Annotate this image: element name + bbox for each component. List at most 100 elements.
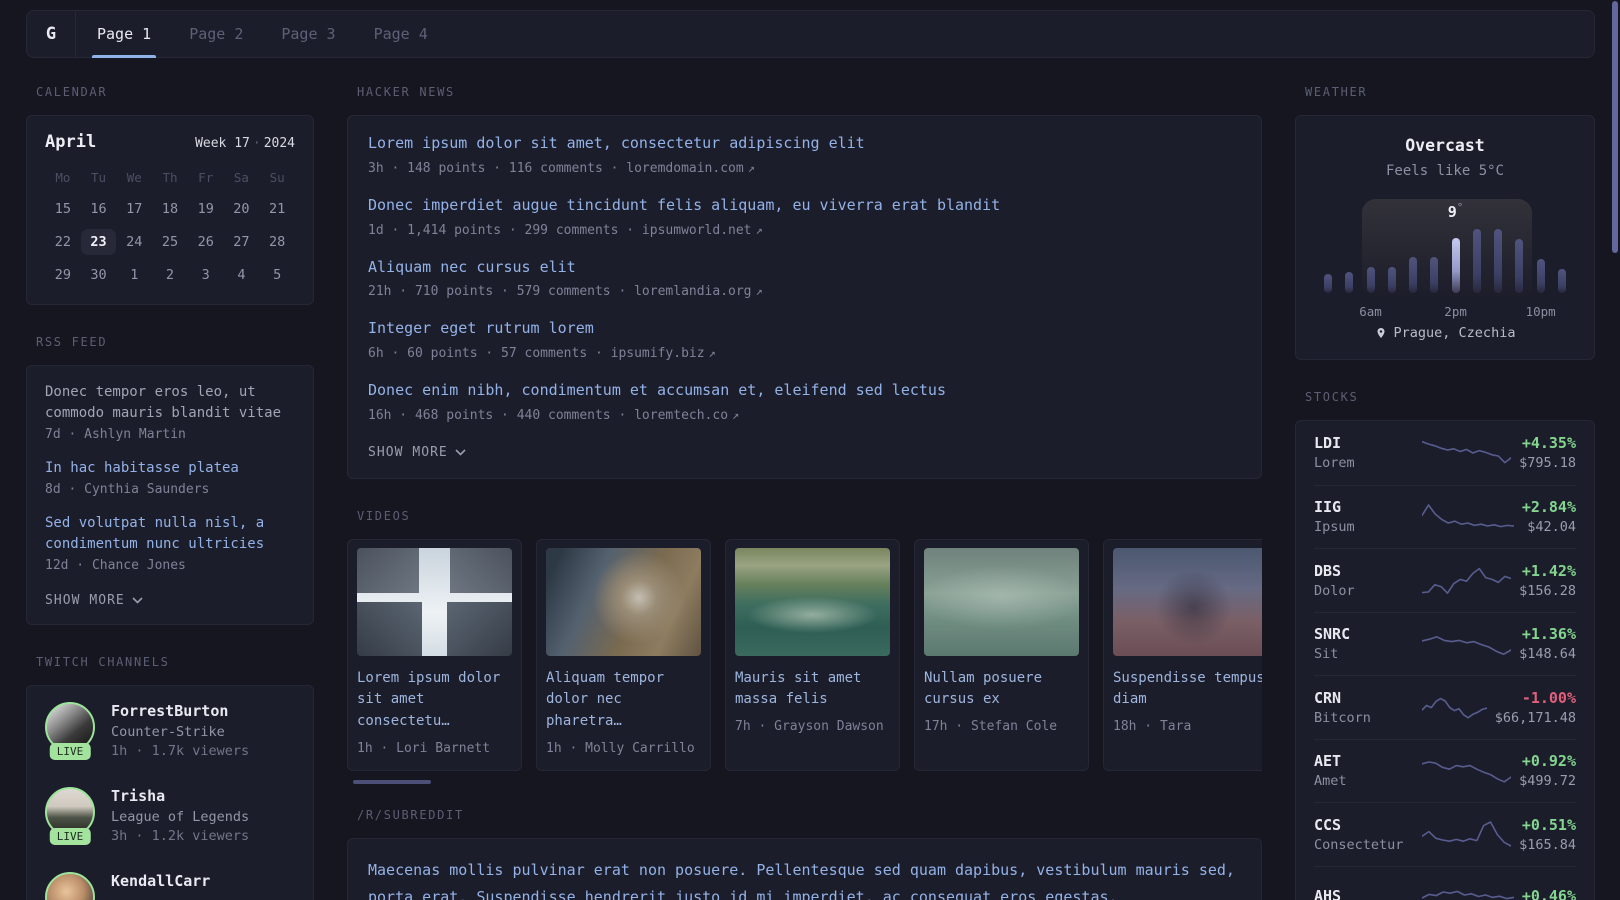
weather-location-text: Prague, Czechia bbox=[1393, 325, 1516, 341]
twitch-avatar[interactable]: LIVE bbox=[45, 872, 95, 900]
stock-ticker: DBS bbox=[1314, 561, 1342, 580]
stock-identity: DBS Dolor bbox=[1314, 562, 1414, 599]
hacker-news-item-meta: 6h · 60 points · 57 comments · ipsumify.… bbox=[368, 345, 1241, 361]
weather-bar bbox=[1387, 267, 1396, 293]
twitch-avatar[interactable]: LIVE bbox=[45, 702, 95, 760]
stock-row[interactable]: DBS Dolor +1.42% $156.28 bbox=[1314, 548, 1576, 612]
weather-condition: Overcast bbox=[1405, 136, 1485, 155]
video-title[interactable]: Lorem ipsum dolor sit amet consectetu… bbox=[357, 668, 512, 733]
stock-price: $156.28 bbox=[1519, 582, 1576, 599]
calendar-widget: CALENDAR April Week 17 · 2024 Mo Tu We Th Fr Sa… bbox=[26, 85, 314, 305]
calendar-week-info: Week 17 · 2024 bbox=[195, 136, 295, 151]
videos-scrollbar-track bbox=[353, 779, 1262, 784]
rss-item-title[interactable]: Sed volutpat nulla nisl, a condimentum n… bbox=[45, 513, 295, 555]
subreddit-post-title[interactable]: Maecenas mollis pulvinar erat non posuer… bbox=[368, 857, 1241, 900]
hacker-news-show-more-button[interactable]: SHOW MORE bbox=[368, 445, 466, 460]
stock-row[interactable]: CRN Bitcorn -1.00% $66,171.48 bbox=[1314, 675, 1576, 739]
stock-row[interactable]: IIG Ipsum +2.84% $42.04 bbox=[1314, 484, 1576, 549]
weather-hour-slot: 9° bbox=[1494, 229, 1503, 293]
calendar-card: April Week 17 · 2024 Mo Tu We Th Fr Sa Su 15 16 bbox=[26, 115, 314, 305]
video-thumbnail bbox=[357, 547, 512, 656]
nav-tab[interactable]: Page 2 bbox=[170, 11, 262, 57]
twitch-channel-name[interactable]: Trisha bbox=[111, 787, 249, 805]
video-card[interactable]: Suspendisse tempus diam 18h · Tara bbox=[1103, 538, 1262, 771]
weather-bar bbox=[1324, 274, 1332, 293]
app-logo[interactable]: G bbox=[27, 11, 76, 57]
video-meta: 1h · Lori Barnett bbox=[357, 740, 491, 756]
stock-change: +1.36% bbox=[1521, 625, 1576, 644]
stock-name: Consectetur bbox=[1314, 836, 1404, 853]
external-link-icon: ↗ bbox=[732, 407, 740, 422]
hacker-news-item-title[interactable]: Donec imperdiet augue tincidunt felis al… bbox=[368, 196, 1241, 215]
hacker-news-item-title[interactable]: Lorem ipsum dolor sit amet, consectetur … bbox=[368, 134, 1241, 153]
twitch-channel-info: ForrestBurton Counter-Strike 1h · 1.7k v… bbox=[111, 702, 249, 759]
weather-hour-label: 2pm bbox=[1444, 304, 1467, 319]
video-card[interactable]: Aliquam tempor dolor nec pharetra… 1h · … bbox=[536, 538, 711, 771]
subreddit-card: Maecenas mollis pulvinar erat non posuer… bbox=[347, 837, 1262, 900]
calendar-day: 17 bbox=[126, 201, 143, 217]
weather-temp-degree: ° bbox=[1456, 201, 1464, 214]
weather-card: Overcast Feels like 5°C 9° bbox=[1295, 115, 1595, 360]
nav-tab[interactable]: Page 4 bbox=[355, 11, 447, 57]
nav-tab[interactable]: Page 3 bbox=[262, 11, 354, 57]
hacker-news-item: Aliquam nec cursus elit 21h · 710 points… bbox=[368, 258, 1241, 300]
stock-sparkline bbox=[1422, 564, 1511, 596]
twitch-card: LIVE ForrestBurton Counter-Strike 1h · 1… bbox=[26, 685, 314, 900]
video-card[interactable]: Mauris sit amet massa felis 7h · Grayson… bbox=[725, 538, 900, 771]
stock-sparkline bbox=[1422, 818, 1511, 850]
stock-sparkline bbox=[1422, 501, 1514, 533]
videos-scrollbar-thumb[interactable] bbox=[353, 779, 431, 784]
stock-price: $165.84 bbox=[1519, 836, 1576, 853]
weather-bar bbox=[1409, 257, 1418, 293]
chevron-down-icon bbox=[455, 449, 466, 456]
stock-values: -1.00% $66,171.48 bbox=[1495, 689, 1576, 726]
stock-change: +1.42% bbox=[1521, 561, 1576, 580]
video-card[interactable]: Nullam posuere cursus ex 17h · Stefan Co… bbox=[914, 538, 1089, 771]
video-title[interactable]: Suspendisse tempus diam bbox=[1113, 668, 1262, 711]
hacker-news-item-title[interactable]: Integer eget rutrum lorem bbox=[368, 319, 1241, 338]
stock-identity: CRN Bitcorn bbox=[1314, 689, 1414, 726]
calendar-day: 18 bbox=[161, 201, 179, 217]
weather-hour-slot: 9° bbox=[1430, 257, 1439, 293]
rss-show-more-button[interactable]: SHOW MORE bbox=[45, 593, 143, 608]
calendar-day: 3 bbox=[201, 267, 210, 283]
stock-change: +0.51% bbox=[1521, 815, 1576, 834]
hacker-news-item-title[interactable]: Aliquam nec cursus elit bbox=[368, 258, 1241, 277]
hacker-news-items: Lorem ipsum dolor sit amet, consectetur … bbox=[368, 134, 1241, 423]
stock-row[interactable]: CCS Consectetur +0.51% $165.84 bbox=[1314, 802, 1576, 866]
rss-item-title[interactable]: Donec tempor eros leo, ut commodo mauris… bbox=[45, 382, 295, 424]
calendar-weekday: Fr bbox=[198, 170, 214, 185]
stock-ticker: CRN bbox=[1314, 688, 1342, 707]
twitch-channel-name[interactable]: KendallCarr bbox=[111, 872, 210, 890]
hacker-news-item-meta: 16h · 468 points · 440 comments · loremt… bbox=[368, 407, 1241, 423]
calendar-header: April Week 17 · 2024 bbox=[45, 132, 295, 152]
stock-row[interactable]: LDI Lorem +4.35% $795.18 bbox=[1314, 421, 1576, 485]
calendar-day: 1 bbox=[130, 267, 139, 283]
stock-name: Lorem bbox=[1314, 455, 1355, 472]
stock-sparkline bbox=[1422, 628, 1511, 660]
external-link-icon: ↗ bbox=[708, 346, 716, 360]
calendar-day: 15 bbox=[54, 201, 71, 217]
calendar-day: 26 bbox=[197, 234, 214, 250]
nav-tab[interactable]: Page 1 bbox=[78, 11, 170, 58]
hacker-news-item-title[interactable]: Donec enim nibh, condimentum et accumsan… bbox=[368, 381, 1241, 400]
stock-sparkline bbox=[1422, 755, 1511, 787]
page-scrollbar-thumb[interactable] bbox=[1612, 1, 1618, 253]
stock-row[interactable]: AET Amet +0.92% $499.72 bbox=[1314, 738, 1576, 803]
stock-row[interactable]: AHS +0.46% bbox=[1314, 865, 1576, 900]
calendar-weekday: We bbox=[126, 170, 142, 185]
video-card[interactable]: Lorem ipsum dolor sit amet consectetu… 1… bbox=[347, 538, 522, 771]
stock-row[interactable]: SNRC Sit +1.36% $148.64 bbox=[1314, 611, 1576, 676]
stock-values: +0.46% bbox=[1522, 887, 1576, 900]
stock-ticker: CCS bbox=[1314, 815, 1342, 834]
video-title[interactable]: Aliquam tempor dolor nec pharetra… bbox=[546, 668, 701, 733]
twitch-channel-name[interactable]: ForrestBurton bbox=[111, 702, 249, 720]
rss-item-title[interactable]: In hac habitasse platea bbox=[45, 458, 295, 479]
twitch-channel-info: Trisha League of Legends 3h · 1.2k viewe… bbox=[111, 787, 249, 844]
video-title[interactable]: Nullam posuere cursus ex bbox=[924, 668, 1079, 711]
hacker-news-item-meta: 21h · 710 points · 579 comments · loreml… bbox=[368, 283, 1241, 299]
video-thumbnail bbox=[735, 547, 890, 656]
twitch-avatar[interactable]: LIVE bbox=[45, 787, 95, 845]
stock-change: +0.92% bbox=[1521, 752, 1576, 771]
video-title[interactable]: Mauris sit amet massa felis bbox=[735, 668, 890, 711]
